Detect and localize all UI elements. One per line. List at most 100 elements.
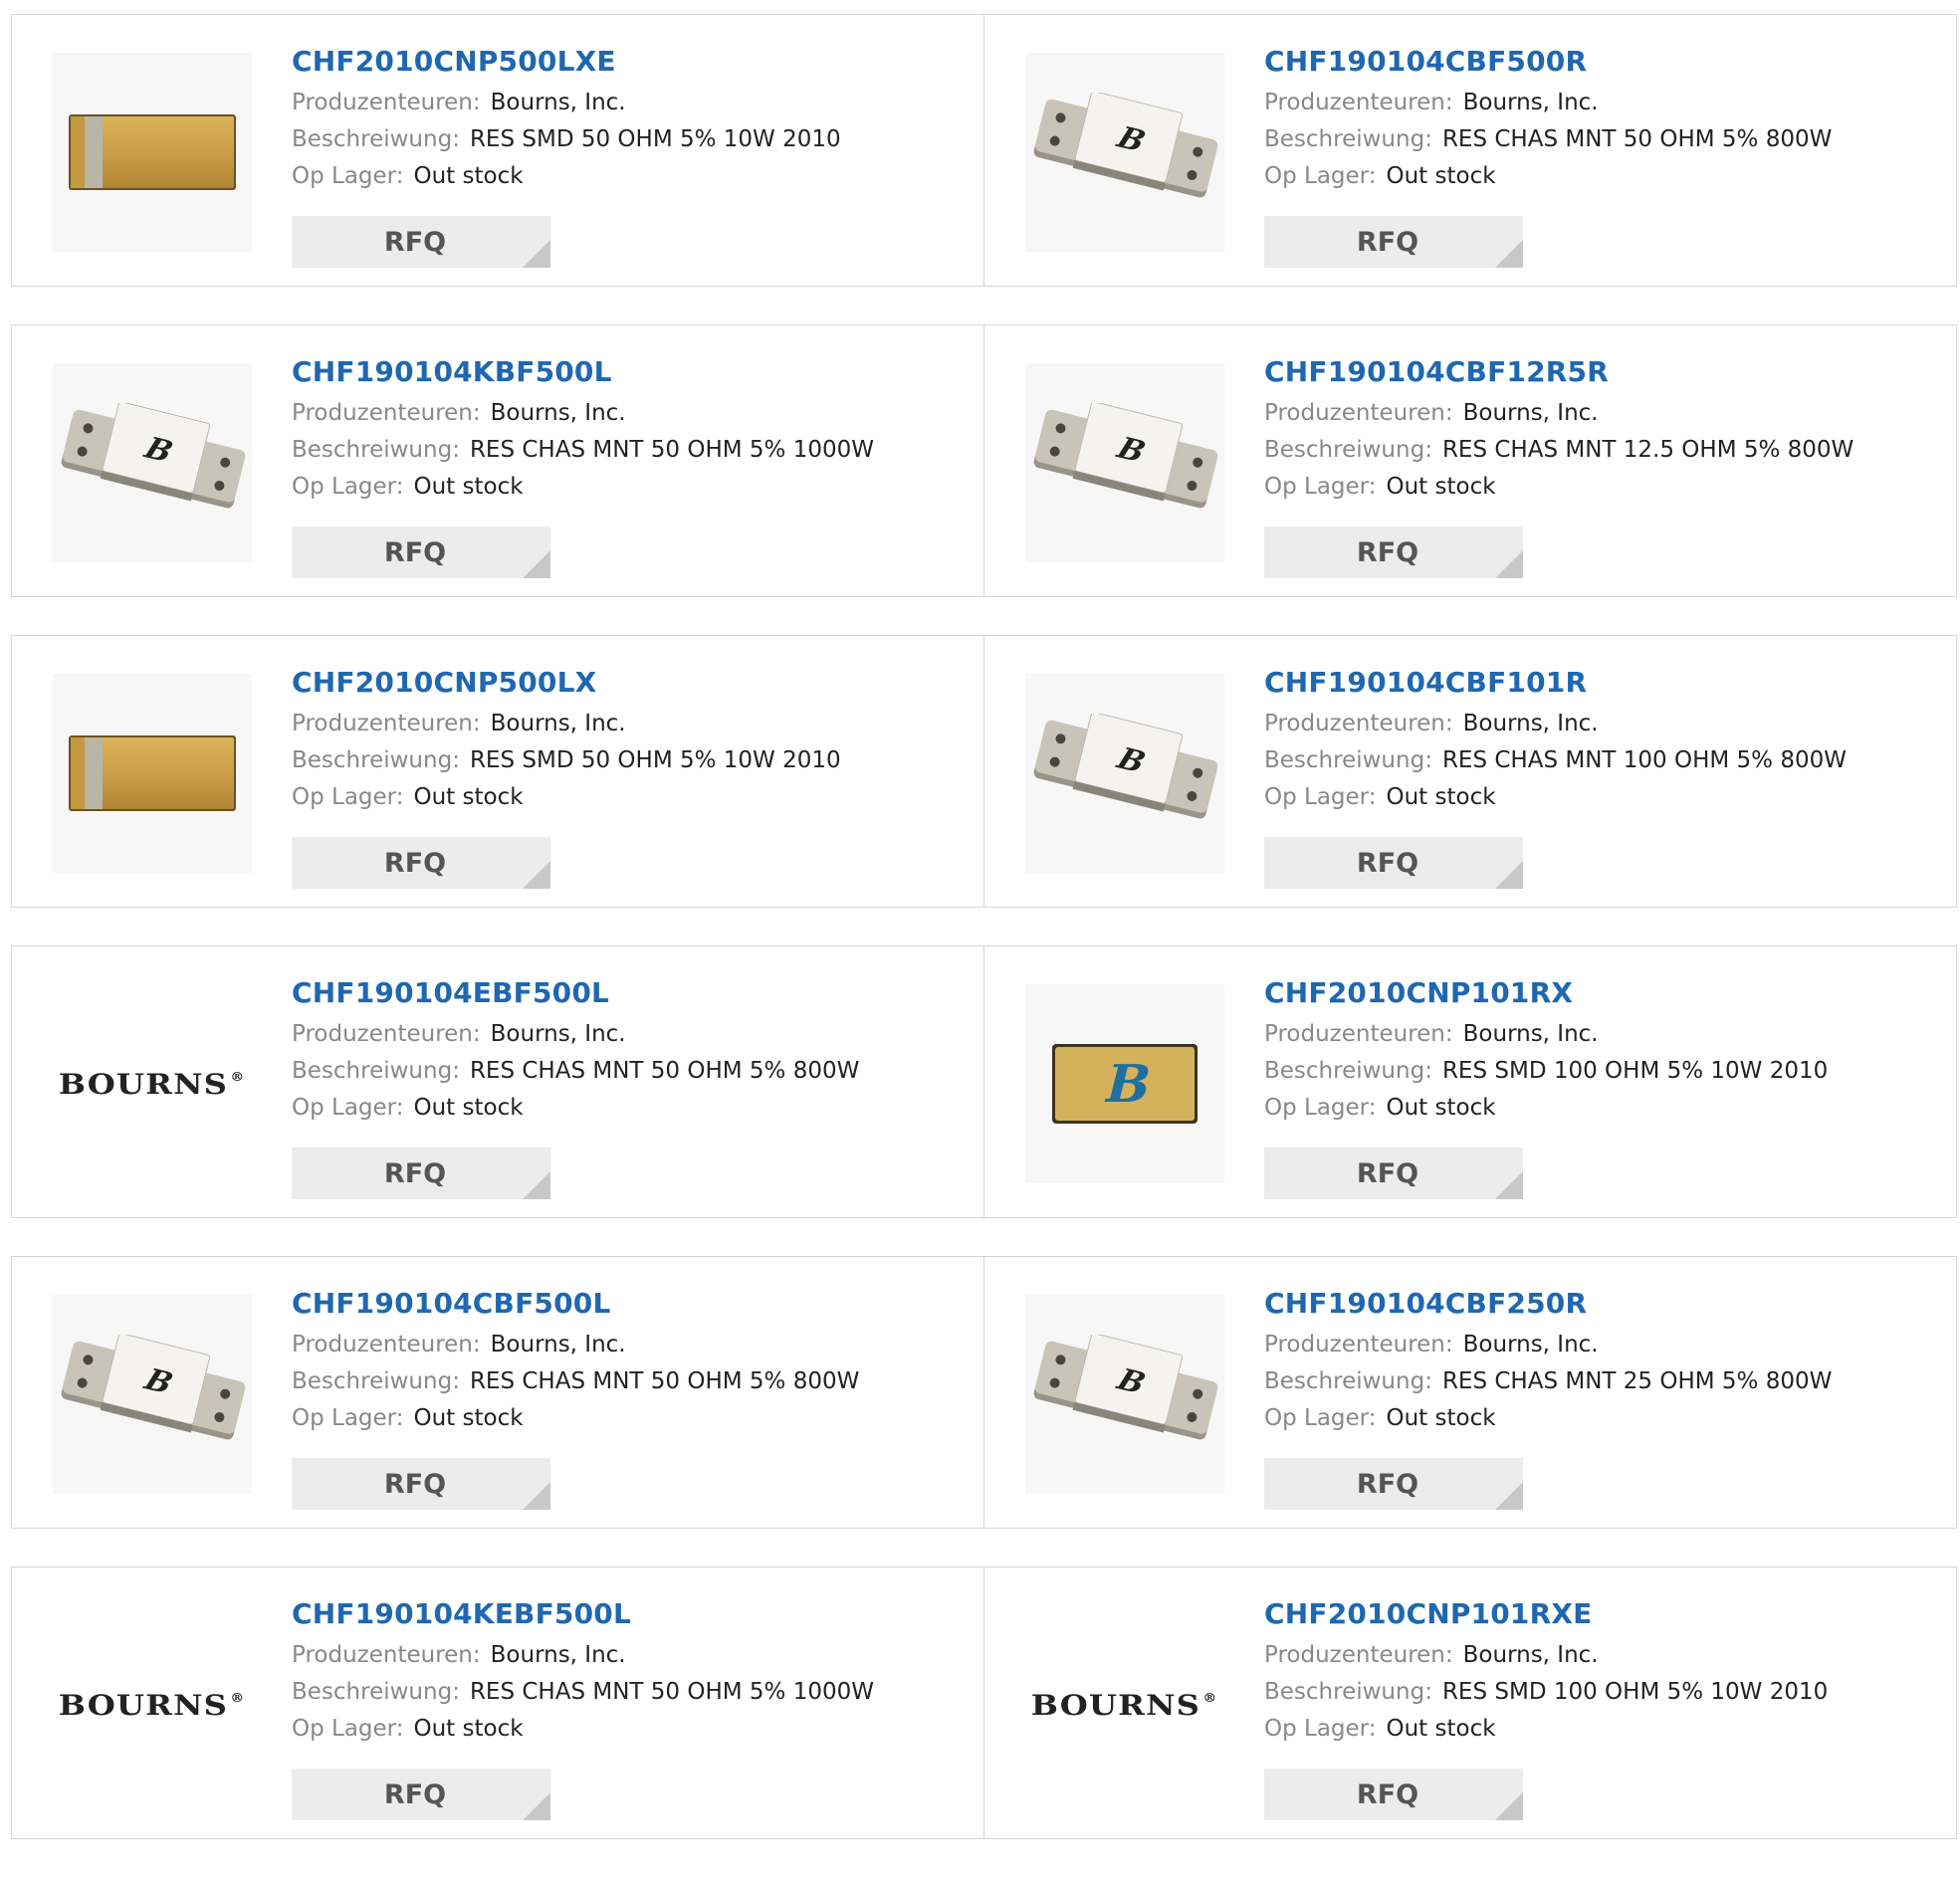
rfq-button[interactable]: RFQ [1264,216,1523,268]
chassis-mount-resistor-icon: B [1030,403,1219,522]
stock-label: Op Lager: [1264,474,1377,500]
stock-value: Out stock [413,474,524,500]
rfq-button[interactable]: RFQ [292,1458,550,1510]
manufacturer-value: Bourns, Inc. [1462,90,1599,115]
product-image[interactable] [53,53,252,252]
stock-value: Out stock [1386,1405,1496,1431]
part-number-link[interactable]: CHF190104KBF500L [292,355,874,389]
manufacturer-line: Produzenteuren: Bourns, Inc. [1264,395,1853,432]
description-label: Beschreiwung: [1264,437,1432,463]
part-number-link[interactable]: CHF190104CBF500R [1264,45,1832,79]
bourns-logo: BOURNS ® [59,1067,246,1101]
part-number-link[interactable]: CHF190104CBF101R [1264,666,1847,700]
stock-label: Op Lager: [1264,163,1377,189]
product-image[interactable]: B [1025,674,1224,873]
product-card: B CHF190104KBF500L Produzenteuren: Bourns… [11,324,984,597]
product-row: BOURNS ® CHF190104KEBF500L Produzenteuren… [11,1566,1960,1839]
part-number-link[interactable]: CHF190104KEBF500L [292,1597,874,1631]
description-label: Beschreiwung: [1264,126,1432,152]
description-label: Beschreiwung: [1264,1368,1432,1394]
rfq-button[interactable]: RFQ [292,1769,550,1820]
product-image[interactable]: B [1025,1295,1224,1494]
manufacturer-line: Produzenteuren: Bourns, Inc. [292,395,874,432]
manufacturer-value: Bourns, Inc. [1462,711,1599,736]
product-card: B CHF190104CBF500R Produzenteuren: Bourns… [983,14,1957,287]
rfq-button[interactable]: RFQ [292,837,550,889]
stock-label: Op Lager: [292,784,404,810]
product-info: CHF190104CBF500L Produzenteuren: Bourns, … [292,1287,859,1437]
rfq-label: RFQ [383,1468,447,1500]
bourns-logo: BOURNS ® [1031,1688,1218,1722]
part-number-link[interactable]: CHF190104CBF12R5R [1264,355,1853,389]
description-value: RES SMD 50 OHM 5% 10W 2010 [469,126,841,152]
stock-value: Out stock [413,1095,524,1121]
product-card: CHF2010CNP500LX Produzenteuren: Bourns, I… [11,635,984,908]
stock-line: Op Lager: Out stock [1264,1711,1828,1748]
product-row: CHF2010CNP500LX Produzenteuren: Bourns, I… [11,635,1960,908]
part-number-link[interactable]: CHF2010CNP101RX [1264,976,1828,1010]
rfq-button[interactable]: RFQ [1264,837,1523,889]
product-image[interactable]: BOURNS ® [1025,1605,1224,1804]
part-number-link[interactable]: CHF2010CNP500LXE [292,45,841,79]
part-number-link[interactable]: CHF190104CBF500L [292,1287,859,1321]
manufacturer-line: Produzenteuren: Bourns, Inc. [1264,1016,1828,1053]
corner-triangle-icon [523,861,550,889]
rfq-button[interactable]: RFQ [292,216,550,268]
product-image[interactable]: B [1025,984,1224,1183]
rfq-button[interactable]: RFQ [292,1147,550,1199]
part-number-link[interactable]: CHF190104CBF250R [1264,1287,1832,1321]
product-image[interactable]: B [1025,363,1224,562]
rfq-button[interactable]: RFQ [1264,526,1523,578]
description-label: Beschreiwung: [1264,1679,1432,1705]
rfq-label: RFQ [383,1157,447,1189]
stock-value: Out stock [1386,474,1496,500]
stock-line: Op Lager: Out stock [292,1711,874,1748]
manufacturer-label: Produzenteuren: [292,90,481,115]
product-info: CHF2010CNP500LX Produzenteuren: Bourns, I… [292,666,841,816]
manufacturer-label: Produzenteuren: [292,1021,481,1047]
product-image[interactable]: B [53,1295,252,1494]
product-row: CHF2010CNP500LXE Produzenteuren: Bourns, … [11,14,1960,287]
description-label: Beschreiwung: [292,1058,460,1084]
product-info: CHF190104CBF250R Produzenteuren: Bourns, … [1264,1287,1832,1437]
part-number-link[interactable]: CHF2010CNP500LX [292,666,841,700]
rfq-button[interactable]: RFQ [1264,1769,1523,1820]
manufacturer-label: Produzenteuren: [1264,90,1453,115]
smd-chip-blue-logo-icon: B [1050,1042,1199,1126]
stock-value: Out stock [413,163,524,189]
stock-value: Out stock [413,784,524,810]
product-image[interactable]: B [1025,53,1224,252]
stock-value: Out stock [413,1716,524,1742]
chassis-mount-resistor-icon: B [58,1335,247,1454]
bourns-logo: BOURNS ® [59,1688,246,1722]
rfq-button[interactable]: RFQ [292,526,550,578]
product-grid: CHF2010CNP500LXE Produzenteuren: Bourns, … [11,14,1960,1877]
manufacturer-line: Produzenteuren: Bourns, Inc. [292,706,841,742]
manufacturer-value: Bourns, Inc. [490,711,626,736]
manufacturer-value: Bourns, Inc. [1462,1642,1599,1668]
description-line: Beschreiwung: RES SMD 50 OHM 5% 10W 2010 [292,742,841,779]
corner-triangle-icon [1495,550,1523,578]
product-image[interactable]: BOURNS ® [53,984,252,1183]
product-row: B CHF190104CBF500L Produzenteuren: Bourns… [11,1256,1960,1529]
stock-line: Op Lager: Out stock [1264,158,1832,195]
part-number-link[interactable]: CHF190104EBF500L [292,976,859,1010]
manufacturer-label: Produzenteuren: [292,1642,481,1668]
rfq-button[interactable]: RFQ [1264,1147,1523,1199]
corner-triangle-icon [1495,1792,1523,1820]
product-card: CHF2010CNP500LXE Produzenteuren: Bourns, … [11,14,984,287]
product-info: CHF190104KBF500L Produzenteuren: Bourns, … [292,355,874,506]
description-line: Beschreiwung: RES CHAS MNT 100 OHM 5% 800… [1264,742,1847,779]
description-value: RES CHAS MNT 12.5 OHM 5% 800W [1441,437,1854,463]
product-card: B CHF190104CBF12R5R Produzenteuren: Bourn… [983,324,1957,597]
product-image[interactable]: BOURNS ® [53,1605,252,1804]
description-line: Beschreiwung: RES CHAS MNT 50 OHM 5% 1000… [292,1674,874,1711]
part-number-link[interactable]: CHF2010CNP101RXE [1264,1597,1828,1631]
rfq-button[interactable]: RFQ [1264,1458,1523,1510]
product-image[interactable]: B [53,363,252,562]
description-value: RES CHAS MNT 100 OHM 5% 800W [1441,747,1847,773]
manufacturer-value: Bourns, Inc. [1462,1332,1599,1357]
product-image[interactable] [53,674,252,873]
description-value: RES CHAS MNT 25 OHM 5% 800W [1441,1368,1833,1394]
description-value: RES SMD 50 OHM 5% 10W 2010 [469,747,841,773]
